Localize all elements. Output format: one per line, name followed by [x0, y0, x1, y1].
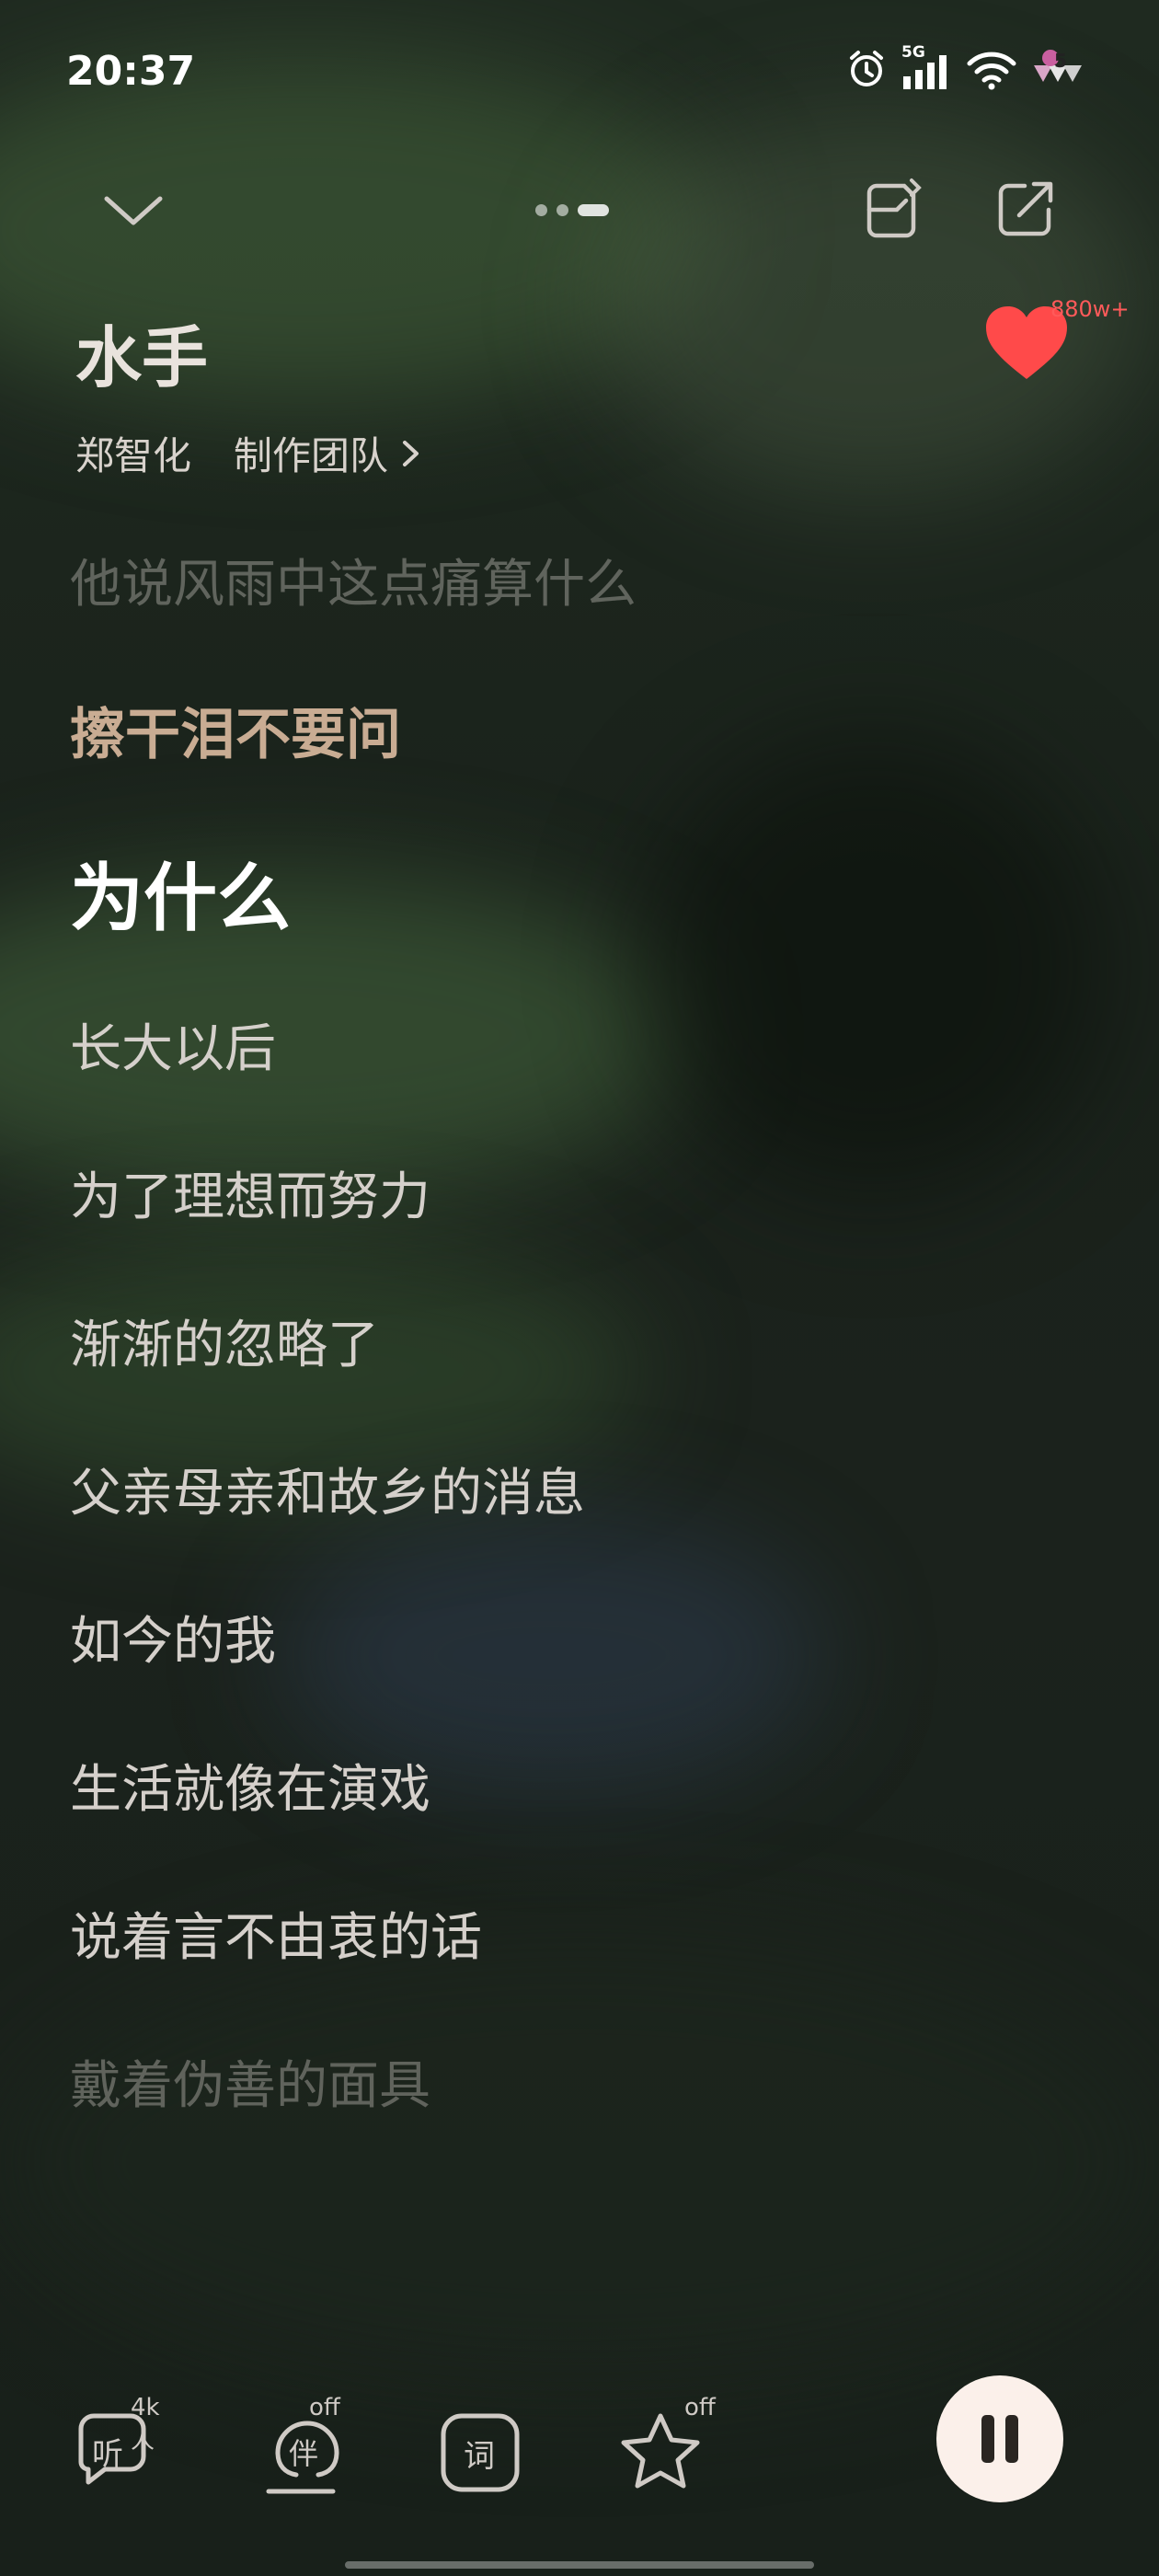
credits-link[interactable]: 制作团队: [234, 425, 421, 481]
lyric-line[interactable]: 父亲母亲和故乡的消息: [70, 1452, 585, 1526]
song-title: 水手: [75, 319, 209, 397]
lyric-line[interactable]: 如今的我: [70, 1600, 276, 1674]
alarm-icon: [850, 51, 883, 86]
signal-icon: 5G: [901, 43, 953, 91]
lyrics-button[interactable]: 词: [434, 2407, 526, 2499]
pause-button[interactable]: [936, 2375, 1063, 2502]
page-dot-active: [578, 204, 609, 216]
song-meta: 郑智化 制作团队: [75, 425, 421, 481]
lyric-line[interactable]: 渐渐的忽略了: [70, 1304, 379, 1378]
sound-effect-badge: off: [684, 2394, 716, 2421]
lyrics-label: 词: [464, 2438, 495, 2475]
status-time: 20:37: [66, 48, 196, 95]
lyric-line[interactable]: 说着言不由衷的话: [70, 1896, 482, 1971]
lyric-line[interactable]: 为了理想而努力: [70, 1156, 430, 1230]
page-indicator[interactable]: [535, 204, 609, 216]
app-notification-icon: 5: [1034, 50, 1082, 82]
listen-together-button[interactable]: 听 4k人: [68, 2394, 160, 2499]
accompaniment-label: 伴: [289, 2436, 319, 2471]
credits-label: 制作团队: [234, 433, 389, 478]
listen-badge: 4k人: [131, 2394, 160, 2455]
home-indicator[interactable]: [345, 2561, 814, 2569]
lyric-line[interactable]: 生活就像在演戏: [70, 1748, 430, 1823]
artist-name[interactable]: 郑智化: [75, 425, 191, 481]
poster-card-icon[interactable]: [860, 177, 926, 243]
accompaniment-button[interactable]: 伴 off: [261, 2394, 353, 2499]
pause-icon: [981, 2415, 994, 2463]
listen-label: 听: [92, 2436, 123, 2473]
chevron-right-icon: [403, 440, 419, 466]
like-count: 880w+: [1050, 296, 1130, 322]
lyric-line[interactable]: 长大以后: [70, 1007, 276, 1082]
lyric-line[interactable]: 他说风雨中这点痛算什么: [70, 543, 637, 617]
wifi-icon: [967, 52, 1016, 90]
collapse-button[interactable]: [101, 184, 166, 239]
status-bar: 20:37 5G 5: [0, 0, 1159, 147]
page-dot: [535, 204, 547, 216]
sound-effect-button[interactable]: off: [614, 2394, 716, 2499]
svg-text:5: 5: [1054, 50, 1067, 72]
page-dot: [557, 204, 568, 216]
lyric-line[interactable]: 戴着伪善的面具: [70, 2044, 430, 2119]
lyric-line-current[interactable]: 为什么: [70, 839, 291, 946]
accompaniment-badge: off: [309, 2394, 340, 2421]
share-icon[interactable]: [992, 177, 1058, 243]
lyric-line-previous[interactable]: 擦干泪不要问: [70, 690, 401, 770]
